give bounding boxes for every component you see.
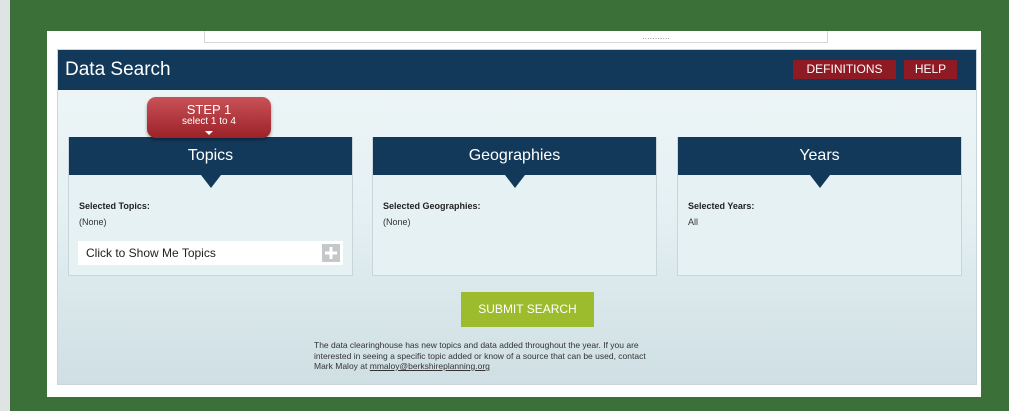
geographies-notch-icon	[505, 175, 525, 188]
years-card-title[interactable]: Years	[678, 137, 961, 175]
step-title: STEP 1	[186, 102, 232, 117]
note-line-3: Mark Maloy at mmaloy@berkshireplanning.o…	[314, 361, 754, 372]
step-badge: STEP 1 select 1 to 4	[147, 97, 271, 138]
show-topics-button[interactable]: Click to Show Me Topics	[78, 241, 343, 265]
note-line-1: The data clearinghouse has new topics an…	[314, 340, 639, 350]
page-title: Data Search	[65, 59, 171, 80]
geographies-card-title[interactable]: Geographies	[373, 137, 656, 175]
selected-years-label: Selected Years:	[688, 201, 755, 211]
data-search-header: Data Search DEFINITIONS HELP	[58, 50, 976, 90]
selected-topics-label: Selected Topics:	[79, 201, 150, 211]
topics-card-title[interactable]: Topics	[69, 137, 352, 175]
selected-geographies-label: Selected Geographies:	[383, 201, 481, 211]
contact-email-link[interactable]: mmaloy@berkshireplanning.org	[370, 361, 490, 371]
step-subtitle: select 1 to 4	[182, 116, 236, 127]
note-contact-prefix: Mark Maloy at	[314, 361, 368, 371]
selected-geographies-value: (None)	[383, 217, 411, 227]
top-strip-dots: ...........	[642, 32, 670, 41]
selected-years-value: All	[688, 217, 699, 227]
step-arrow-icon	[205, 131, 213, 135]
geographies-card: Geographies Selected Geographies: (None)	[372, 137, 657, 276]
clearinghouse-note: The data clearinghouse has new topics an…	[314, 340, 754, 372]
data-search-widget: Data Search DEFINITIONS HELP STEP 1 sele…	[57, 49, 977, 385]
years-card: Years Selected Years: All	[677, 137, 962, 276]
topics-card: Topics Selected Topics: (None) Click to …	[68, 137, 353, 276]
top-strip: ...........	[204, 31, 828, 43]
help-button[interactable]: HELP	[904, 60, 957, 79]
note-line-2: interested in seeing a specific topic ad…	[314, 350, 646, 361]
content-panel: ........... Data Search DEFINITIONS HELP…	[47, 31, 981, 397]
left-frame-edge	[0, 0, 10, 411]
plus-icon[interactable]	[322, 244, 340, 262]
show-topics-label: Click to Show Me Topics	[86, 246, 216, 260]
years-notch-icon	[810, 175, 830, 188]
definitions-button[interactable]: DEFINITIONS	[793, 60, 896, 79]
selected-topics-value: (None)	[79, 217, 107, 227]
submit-search-button[interactable]: SUBMIT SEARCH	[461, 292, 594, 327]
topics-notch-icon	[201, 175, 221, 188]
